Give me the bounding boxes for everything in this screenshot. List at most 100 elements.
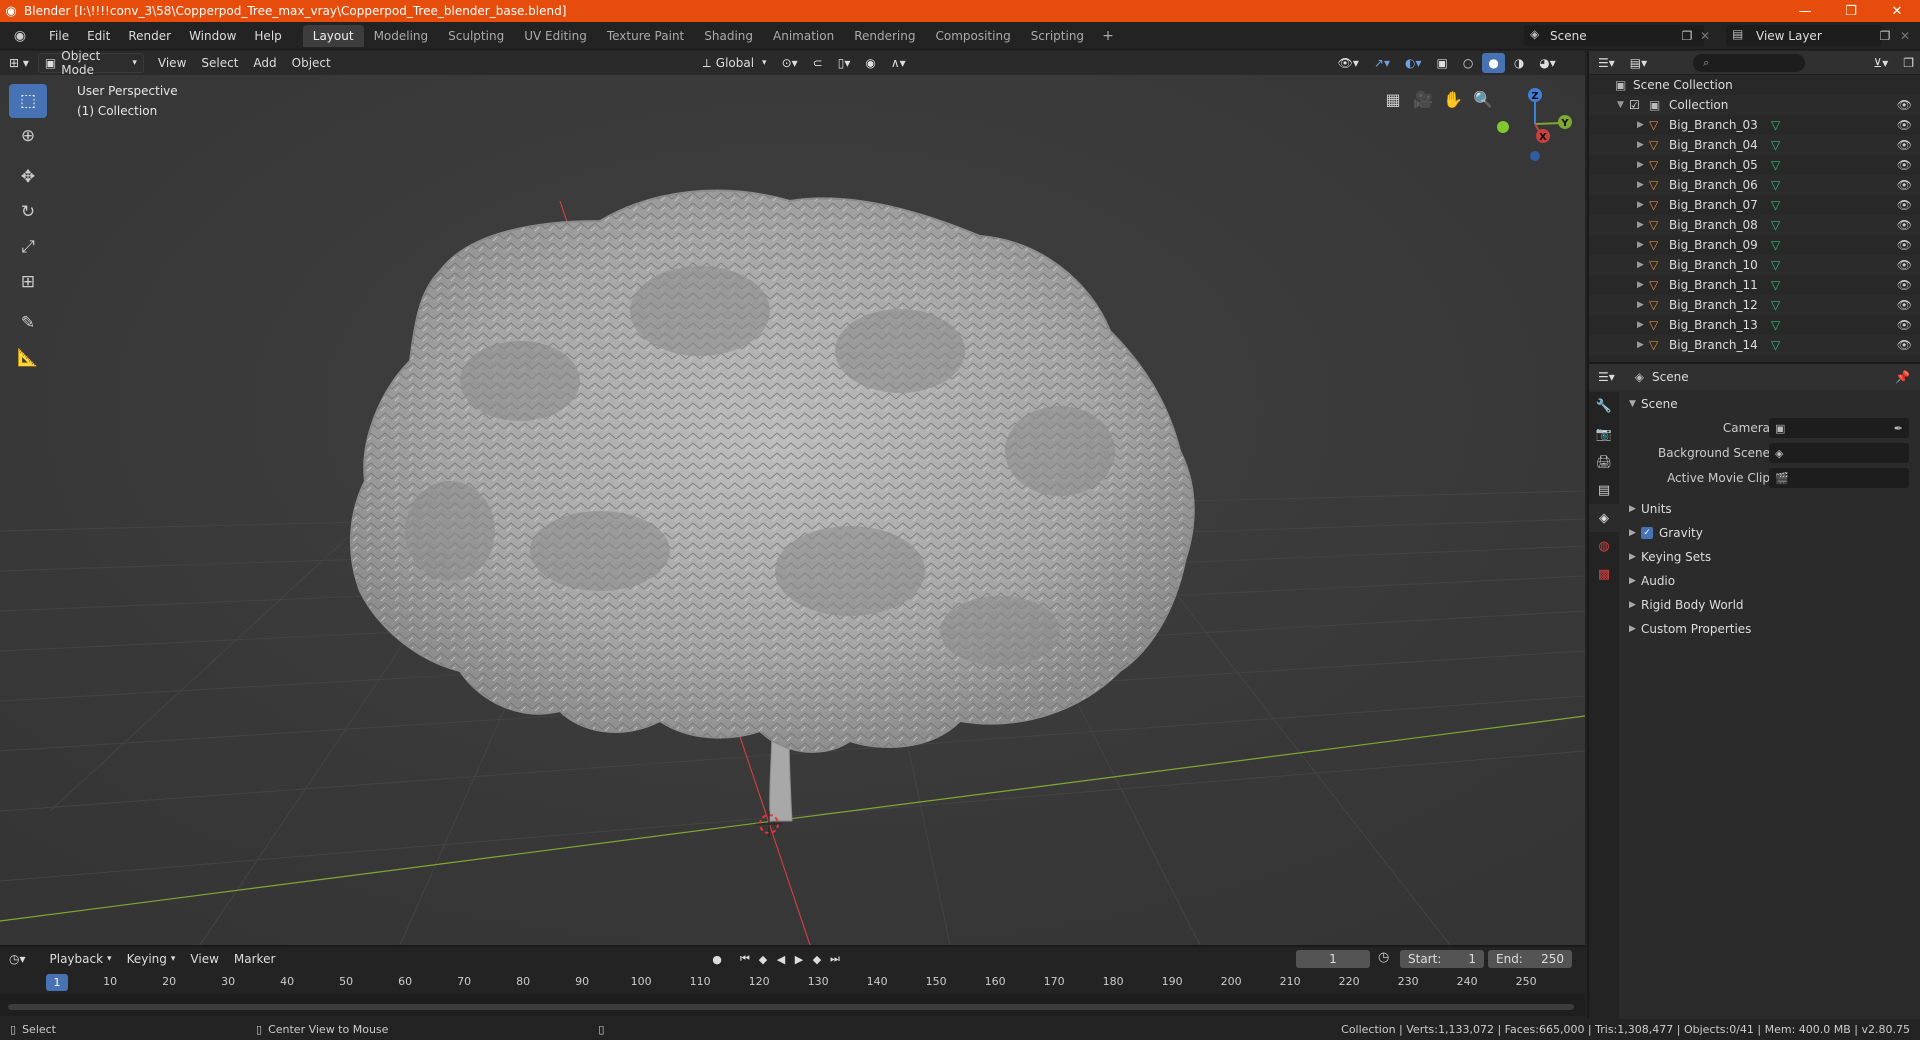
background-scene-field[interactable]: ◈ bbox=[1769, 443, 1909, 463]
outliner-editor-type-icon[interactable]: ☰▾ bbox=[1592, 53, 1621, 73]
gizmo-neg-z-icon[interactable] bbox=[1530, 151, 1540, 161]
menu-select[interactable]: Select bbox=[195, 53, 244, 73]
expand-arrow-icon[interactable]: ▶ bbox=[1637, 120, 1644, 130]
mesh-data-icon[interactable]: ▽ bbox=[1771, 198, 1780, 212]
jump-end-icon[interactable]: ⏭ bbox=[826, 950, 844, 968]
scene-panel-header[interactable]: ▼ Scene bbox=[1619, 392, 1920, 416]
play-reverse-icon[interactable]: ◀ bbox=[772, 950, 790, 968]
units-panel-header[interactable]: ▶ Units bbox=[1619, 497, 1920, 521]
current-frame-field[interactable]: 1 bbox=[1296, 950, 1370, 968]
tool-tab-icon[interactable]: 🔧 bbox=[1589, 392, 1619, 420]
play-icon[interactable]: ▶ bbox=[790, 950, 808, 968]
expand-arrow-icon[interactable]: ▶ bbox=[1637, 340, 1644, 350]
delete-scene-icon[interactable]: ✕ bbox=[1694, 25, 1716, 46]
tab-modeling[interactable]: Modeling bbox=[364, 25, 439, 47]
cursor-tool-icon[interactable]: ⊕ bbox=[9, 119, 47, 153]
output-tab-icon[interactable]: 🖨 bbox=[1589, 448, 1619, 476]
expand-arrow-icon[interactable]: ▶ bbox=[1637, 240, 1644, 250]
render-tab-icon[interactable]: 📷 bbox=[1589, 420, 1619, 448]
shading-rendered-icon[interactable]: ◕▾ bbox=[1533, 53, 1562, 73]
start-frame-field[interactable]: Start: 1 bbox=[1400, 950, 1484, 968]
blender-menu-icon[interactable]: ◉ bbox=[0, 28, 40, 44]
expand-arrow-icon[interactable]: ▶ bbox=[1637, 320, 1644, 330]
menu-keying[interactable]: Keying ▾ bbox=[121, 949, 182, 969]
menu-view[interactable]: View bbox=[152, 53, 192, 73]
mesh-data-icon[interactable]: ▽ bbox=[1771, 258, 1780, 272]
expand-arrow-icon[interactable]: ▶ bbox=[1637, 180, 1644, 190]
menu-playback[interactable]: Playback ▾ bbox=[44, 949, 118, 969]
expand-arrow-icon[interactable]: ▶ bbox=[1637, 160, 1644, 170]
mesh-data-icon[interactable]: ▽ bbox=[1771, 118, 1780, 132]
tree-row-object[interactable]: ▶ ▽ Big_Branch_13 ▽ 👁 bbox=[1589, 315, 1920, 335]
gravity-checkbox[interactable]: ✓ bbox=[1641, 527, 1653, 539]
menu-edit[interactable]: Edit bbox=[78, 29, 119, 43]
active-movie-clip-field[interactable]: 🎬 bbox=[1769, 468, 1909, 488]
select-box-icon[interactable]: ⬚ bbox=[9, 84, 47, 118]
display-mode-icon[interactable]: ▤▾ bbox=[1624, 53, 1653, 73]
properties-editor-type-icon[interactable]: ☰▾ bbox=[1592, 367, 1621, 387]
expand-arrow-icon[interactable]: ▶ bbox=[1637, 220, 1644, 230]
jump-start-icon[interactable]: ⏮ bbox=[736, 950, 754, 968]
mesh-data-icon[interactable]: ▽ bbox=[1771, 318, 1780, 332]
jump-keyframe-forward-icon[interactable]: ◆ bbox=[808, 950, 826, 968]
move-tool-icon[interactable]: ✥ bbox=[9, 160, 47, 194]
measure-tool-icon[interactable]: 📐 bbox=[9, 341, 47, 375]
visibility-eye-icon[interactable]: 👁 bbox=[1897, 278, 1912, 292]
jump-keyframe-back-icon[interactable]: ◆ bbox=[754, 950, 772, 968]
minimize-button[interactable]: — bbox=[1782, 0, 1828, 22]
camera-view-icon[interactable]: 🎥 bbox=[1410, 86, 1436, 112]
delete-view-layer-icon[interactable]: ✕ bbox=[1894, 25, 1916, 46]
timeline-scrollbar[interactable] bbox=[8, 1004, 1574, 1010]
frame-ruler[interactable]: 1 10 20 30 40 50 60 70 80 90 100 110 120 130 140 150 16… bbox=[0, 972, 1585, 994]
visibility-eye-icon[interactable]: 👁 bbox=[1897, 118, 1912, 132]
tree-row-object[interactable]: ▶ ▽ Big_Branch_03 ▽ 👁 bbox=[1589, 115, 1920, 135]
tab-compositing[interactable]: Compositing bbox=[925, 25, 1020, 47]
tree-row-object[interactable]: ▶ ▽ Big_Branch_07 ▽ 👁 bbox=[1589, 195, 1920, 215]
shading-material-icon[interactable]: ◑ bbox=[1508, 53, 1530, 73]
tab-uv-editing[interactable]: UV Editing bbox=[514, 25, 597, 47]
rotate-tool-icon[interactable]: ↻ bbox=[9, 195, 47, 229]
tab-sculpting[interactable]: Sculpting bbox=[438, 25, 514, 47]
visibility-eye-icon[interactable]: 👁 bbox=[1897, 98, 1912, 112]
visibility-eye-icon[interactable]: 👁 bbox=[1897, 298, 1912, 312]
orientation-dropdown[interactable]: ⟂ Global ▾ bbox=[697, 53, 773, 73]
filter-icon[interactable]: ⊻▾ bbox=[1867, 53, 1894, 73]
scene-tab-icon[interactable]: ◈ bbox=[1589, 504, 1619, 532]
tree-row-object[interactable]: ▶ ▽ Big_Branch_04 ▽ 👁 bbox=[1589, 135, 1920, 155]
world-tab-icon[interactable]: ◍ bbox=[1589, 532, 1619, 560]
timeline-editor-type-icon[interactable]: ◷▾ bbox=[3, 949, 32, 969]
object-mode-dropdown[interactable]: ▣ Object Mode ▾ bbox=[37, 49, 144, 77]
mesh-data-icon[interactable]: ▽ bbox=[1771, 218, 1780, 232]
keying-sets-panel-header[interactable]: ▶ Keying Sets bbox=[1619, 545, 1920, 569]
visibility-eye-icon[interactable]: 👁 bbox=[1897, 318, 1912, 332]
tree-row-scene-collection[interactable]: ▣ Scene Collection bbox=[1589, 75, 1920, 95]
custom-properties-panel-header[interactable]: ▶ Custom Properties bbox=[1619, 617, 1920, 641]
mesh-data-icon[interactable]: ▽ bbox=[1771, 178, 1780, 192]
gravity-panel-header[interactable]: ▶ ✓ Gravity bbox=[1619, 521, 1920, 545]
overlay-toggle-icon[interactable]: ◐▾ bbox=[1399, 53, 1428, 73]
3d-viewport[interactable] bbox=[0, 51, 1585, 945]
tab-rendering[interactable]: Rendering bbox=[844, 25, 925, 47]
record-icon[interactable]: ● bbox=[708, 950, 726, 968]
pin-icon[interactable]: 📌 bbox=[1895, 370, 1910, 384]
menu-object[interactable]: Object bbox=[286, 53, 337, 73]
mesh-data-icon[interactable]: ▽ bbox=[1771, 338, 1780, 352]
audio-panel-header[interactable]: ▶ Audio bbox=[1619, 569, 1920, 593]
maximize-button[interactable]: ❐ bbox=[1828, 0, 1874, 22]
tree-row-object[interactable]: ▶ ▽ Big_Branch_05 ▽ 👁 bbox=[1589, 155, 1920, 175]
preview-range-icon[interactable]: ◷ bbox=[1378, 950, 1389, 965]
gizmo-toggle-icon[interactable]: ↗▾ bbox=[1368, 53, 1396, 73]
end-frame-field[interactable]: End: 250 bbox=[1488, 950, 1572, 968]
menu-window[interactable]: Window bbox=[180, 29, 245, 43]
menu-help[interactable]: Help bbox=[245, 29, 290, 43]
menu-timeline-view[interactable]: View bbox=[184, 949, 224, 969]
mesh-data-icon[interactable]: ▽ bbox=[1771, 298, 1780, 312]
navigation-gizmo[interactable]: Z Y X bbox=[1490, 84, 1580, 167]
expand-arrow-icon[interactable]: ▶ bbox=[1637, 300, 1644, 310]
expand-arrow-icon[interactable]: ▼ bbox=[1617, 100, 1624, 110]
expand-arrow-icon[interactable]: ▶ bbox=[1637, 260, 1644, 270]
toggle-perspective-icon[interactable]: ▦ bbox=[1380, 86, 1406, 112]
mesh-data-icon[interactable]: ▽ bbox=[1771, 138, 1780, 152]
falloff-icon[interactable]: ∧▾ bbox=[885, 53, 912, 73]
rigid-body-world-panel-header[interactable]: ▶ Rigid Body World bbox=[1619, 593, 1920, 617]
